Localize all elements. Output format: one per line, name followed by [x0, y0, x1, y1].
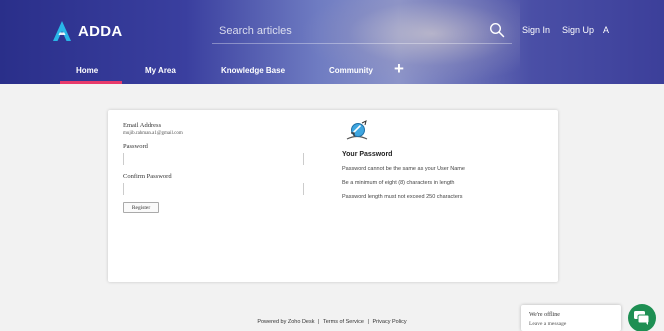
- footer-separator: |: [367, 319, 369, 325]
- email-label: Email Address: [123, 122, 162, 129]
- site-header: ADDA Sign In Sign Up A Home My Area Know…: [0, 0, 664, 84]
- add-plus-button[interactable]: +: [394, 60, 404, 78]
- privacy-policy-link[interactable]: Privacy Policy: [372, 319, 406, 325]
- nav-item-community[interactable]: Community: [329, 66, 373, 75]
- active-nav-indicator: [60, 81, 122, 84]
- nav-item-my-area[interactable]: My Area: [145, 66, 176, 75]
- nav-item-home[interactable]: Home: [76, 66, 98, 75]
- chat-status-text: We're offline: [529, 312, 560, 318]
- language-selector[interactable]: A: [603, 25, 609, 35]
- chat-bubble-icon: [634, 311, 650, 325]
- footer-separator: |: [318, 319, 320, 325]
- search-icon[interactable]: [489, 22, 505, 38]
- sign-up-link[interactable]: Sign Up: [562, 25, 594, 35]
- email-value: mujib.rahman.a1@gmail.com: [123, 131, 183, 136]
- password-key-icon: [346, 120, 368, 140]
- password-field[interactable]: [123, 153, 304, 165]
- register-button[interactable]: Register: [123, 202, 159, 213]
- adda-logo-icon: [53, 21, 71, 41]
- password-rule: Password cannot be the same as your User…: [342, 166, 465, 172]
- info-title: Your Password: [342, 151, 393, 158]
- password-label: Password: [123, 143, 148, 150]
- powered-by-link[interactable]: Powered by Zoho Desk: [257, 319, 314, 325]
- password-rule: Be a minimum of eight (8) characters in …: [342, 180, 455, 186]
- password-rule: Password length must not exceed 250 char…: [342, 194, 463, 200]
- nav-item-knowledge-base[interactable]: Knowledge Base: [221, 66, 285, 75]
- brand-name: ADDA: [78, 22, 123, 40]
- confirm-password-label: Confirm Password: [123, 173, 172, 180]
- sign-in-link[interactable]: Sign In: [522, 25, 550, 35]
- brand-logo[interactable]: ADDA: [52, 20, 123, 42]
- search-input[interactable]: [219, 21, 479, 41]
- main-nav: Home My Area Knowledge Base Community +: [0, 60, 664, 84]
- signup-card: Email Address mujib.rahman.a1@gmail.com …: [108, 110, 558, 282]
- leave-message-link[interactable]: Leave a message: [529, 321, 566, 327]
- chat-popup[interactable]: We're offline Leave a message: [521, 305, 621, 331]
- confirm-password-field[interactable]: [123, 183, 304, 195]
- search-bar: [212, 18, 512, 44]
- chat-launcher-button[interactable]: [628, 304, 656, 331]
- terms-of-service-link[interactable]: Terms of Service: [323, 319, 364, 325]
